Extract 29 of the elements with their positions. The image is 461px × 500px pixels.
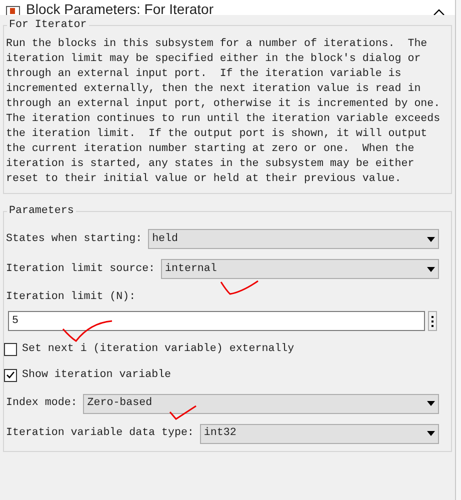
field-label: Index mode: (6, 396, 78, 412)
more-icon (431, 316, 434, 327)
dropdown[interactable]: internal (161, 259, 439, 279)
description-text: Run the blocks in this subsystem for a number of iterations. The iteration limit may be specified either in the block's dialog or through an external input port. If the iteration variable is incremented externally, then the next iteration value is read in through an external input port, otherwise it is incremented by one. The iteration continues to run until the iteration variable exceeds the iteration limit. If the output port is shown, it will output the current iteration number starting at zero or one. When the iteration is started, any states in the subsystem may be either reset to their initial value or held at their previous value. (6, 37, 442, 187)
field-label: Iteration variable data type: (6, 426, 194, 442)
field-label: States when starting: (6, 232, 142, 247)
check-mark-drawing (62, 319, 114, 343)
field-label: Iteration limit source: (6, 262, 156, 277)
dropdown[interactable]: int32 (200, 424, 439, 444)
checkbox[interactable] (4, 342, 17, 356)
caret-icon (427, 401, 435, 406)
dropdown[interactable]: held (148, 229, 439, 249)
field-label: Iteration limit (N): (6, 290, 137, 305)
window-title: Block Parameters: For Iterator (26, 2, 214, 15)
dropdown[interactable]: Zero-based (83, 394, 439, 414)
checkbox-label: Set next i (iteration variable) externally (22, 342, 294, 358)
check-icon (6, 371, 15, 380)
checkbox[interactable] (4, 368, 17, 382)
group-title: Parameters (8, 204, 75, 219)
checkbox-label: Show iteration variable (22, 368, 172, 384)
close-icon[interactable] (433, 9, 445, 15)
input-field[interactable]: 5 (8, 311, 425, 332)
check-mark-drawing (220, 280, 260, 296)
check-mark-drawing (169, 405, 197, 421)
caret-icon (427, 236, 435, 242)
group-title: For Iterator (8, 18, 88, 33)
caret-icon (427, 431, 435, 436)
caret-icon (427, 266, 435, 272)
more-button[interactable] (428, 311, 437, 332)
